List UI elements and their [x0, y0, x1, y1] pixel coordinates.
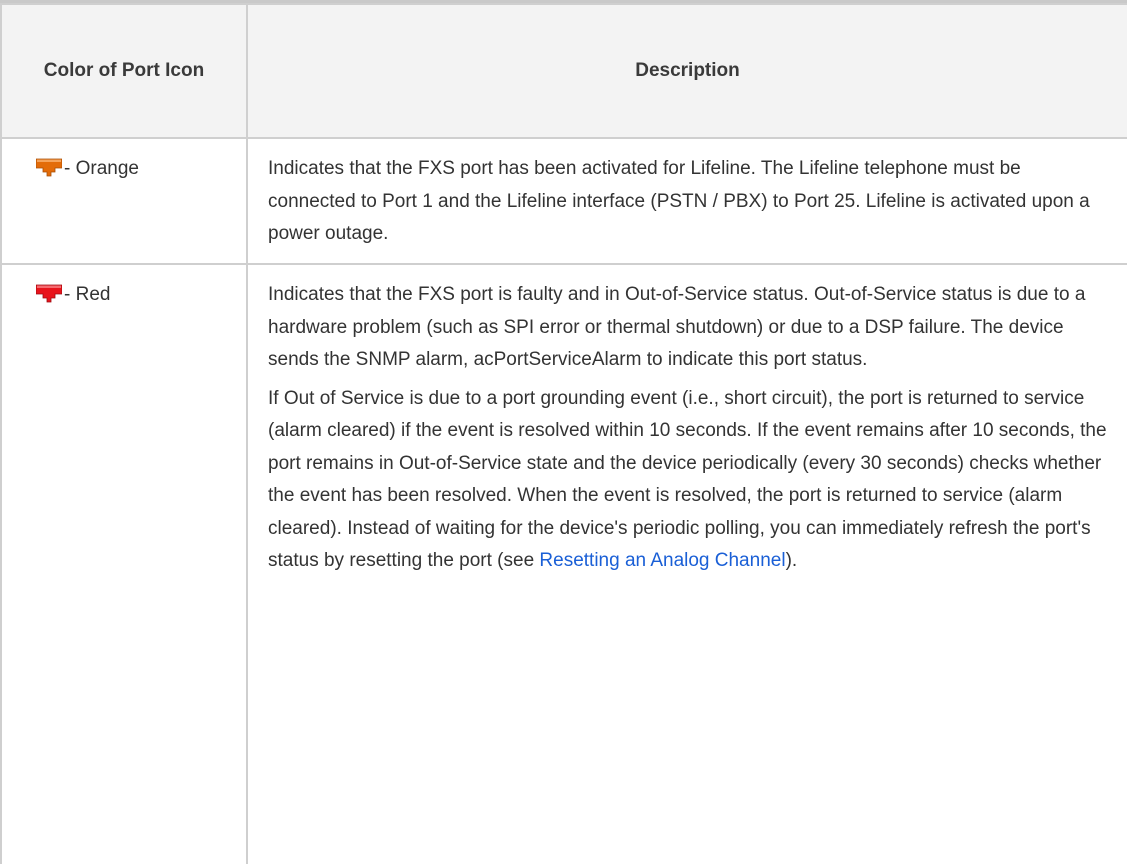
description-paragraph: Indicates that the FXS port has been act…: [268, 158, 1090, 244]
color-label-red: - Red: [64, 284, 111, 305]
description-cell: Indicates that the FXS port has been act…: [246, 137, 1127, 265]
resetting-analog-channel-link[interactable]: Resetting an Analog Channel: [539, 550, 785, 571]
port-color-table-container: Color of Port Icon Description - Orange …: [0, 0, 1127, 864]
description-paragraph: Indicates that the FXS port is faulty an…: [268, 284, 1086, 370]
table-row: - Orange Indicates that the FXS port has…: [0, 137, 1127, 265]
red-port-icon: [36, 284, 62, 303]
table-header-row: Color of Port Icon Description: [0, 3, 1127, 139]
paragraph-suffix: ).: [785, 550, 798, 571]
color-label-orange: - Orange: [64, 158, 139, 179]
orange-port-icon: [36, 158, 62, 177]
description-cell: Indicates that the FXS port is faulty an…: [246, 263, 1127, 864]
table-row: - Red Indicates that the FXS port is fau…: [0, 263, 1127, 864]
header-color-of-port-icon: Color of Port Icon: [0, 3, 248, 139]
color-cell: - Red: [0, 263, 248, 864]
header-description-label: Description: [635, 60, 740, 81]
color-cell: - Orange: [0, 137, 248, 265]
port-color-table: Color of Port Icon Description - Orange …: [0, 3, 1127, 864]
header-color-label: Color of Port Icon: [43, 60, 205, 81]
header-description: Description: [246, 3, 1127, 139]
paragraph-text: If Out of Service is due to a port groun…: [268, 387, 1107, 572]
description-paragraph-2: If Out of Service is due to a port groun…: [268, 383, 1113, 578]
